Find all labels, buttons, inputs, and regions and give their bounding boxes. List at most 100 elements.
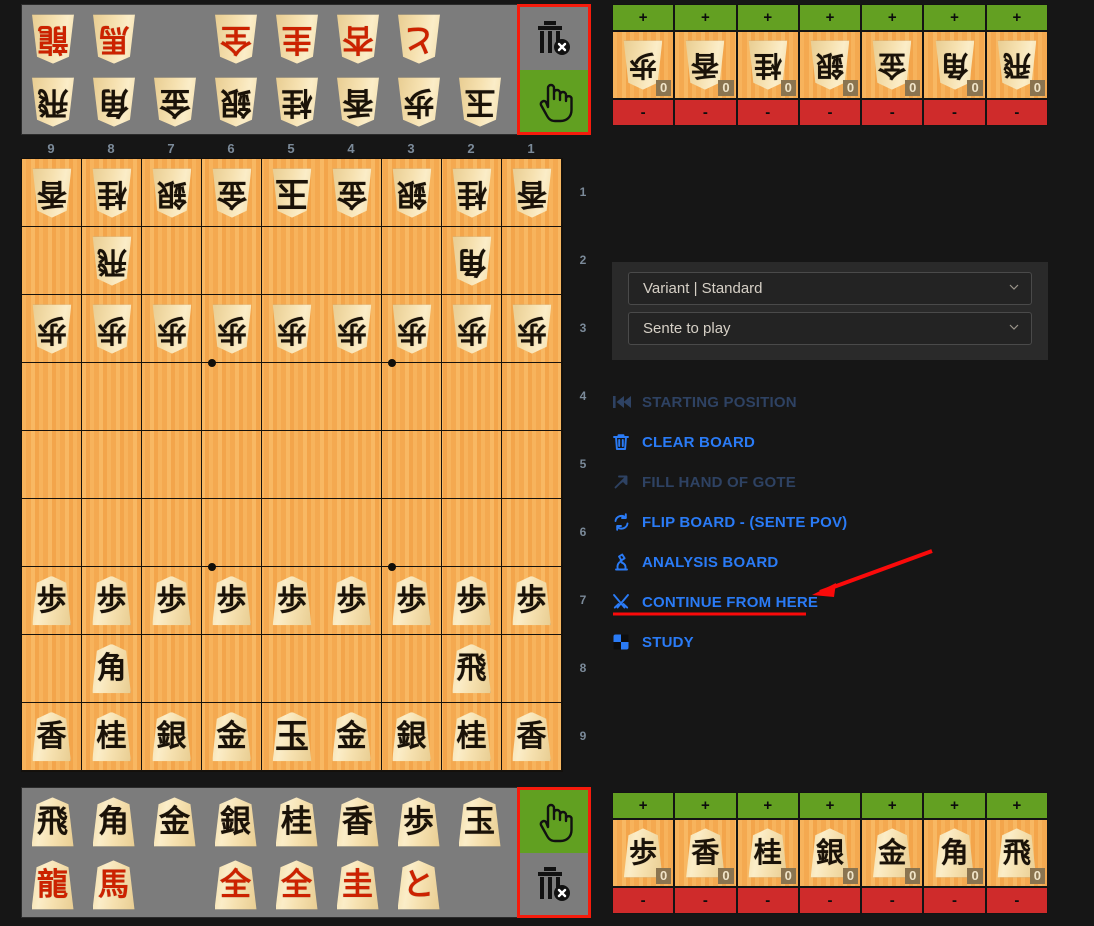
board-square-54[interactable] [262, 363, 322, 431]
palette-slot[interactable]: 馬 [83, 8, 144, 70]
board-square-88[interactable]: 角 [82, 635, 142, 703]
shogi-piece-gote[interactable]: 銀 [149, 165, 195, 221]
board-square-87[interactable]: 歩 [82, 567, 142, 635]
palette-slot[interactable]: 銀 [205, 71, 266, 133]
hand-increment-button[interactable]: + [985, 792, 1048, 819]
trash-delete-icon-button-gote[interactable] [520, 7, 588, 70]
board-square-71[interactable]: 銀 [142, 159, 202, 227]
hand-decrement-button[interactable]: - [674, 99, 737, 126]
board-square-79[interactable]: 銀 [142, 703, 202, 771]
action-analysis-board[interactable]: ANALYSIS BOARD [612, 542, 1048, 582]
palette-slot[interactable]: 圭 [266, 8, 327, 70]
shogi-piece-sente[interactable]: 香 [333, 794, 383, 850]
board-square-76[interactable] [142, 499, 202, 567]
shogi-piece-gote[interactable]: 金 [209, 165, 255, 221]
shogi-board[interactable]: 987654321 123456789 香桂銀金玉金銀桂香飛角歩歩歩歩歩歩歩歩歩… [21, 140, 601, 780]
board-square-42[interactable] [322, 227, 382, 295]
shogi-piece-sente[interactable]: 桂 [272, 794, 322, 850]
board-square-69[interactable]: 金 [202, 703, 262, 771]
hand-pointer-icon-button-gote[interactable] [520, 69, 588, 132]
hand-decrement-button[interactable]: - [985, 99, 1048, 126]
palette-slot[interactable]: と [388, 854, 449, 916]
hand-pointer-icon-button-sente[interactable] [520, 790, 588, 853]
shogi-piece-sente[interactable]: 歩 [394, 794, 444, 850]
shogi-piece-gote[interactable]: 歩 [449, 301, 495, 357]
hand-increment-button[interactable]: + [923, 4, 986, 31]
sente-hand-panel[interactable]: + + + + + + + 歩0香0桂0銀0金0角0飛0 ------- [612, 792, 1048, 914]
shogi-piece-sente[interactable]: 金 [209, 709, 255, 765]
shogi-piece-gote[interactable]: 角 [89, 74, 139, 130]
board-square-34[interactable] [382, 363, 442, 431]
shogi-piece-gote[interactable]: 金 [329, 165, 375, 221]
palette-slot[interactable]: 飛 [22, 791, 83, 853]
shogi-piece-sente[interactable]: 馬 [89, 857, 139, 913]
board-square-12[interactable] [502, 227, 562, 295]
board-square-11[interactable]: 香 [502, 159, 562, 227]
shogi-piece-sente[interactable]: 桂 [89, 709, 135, 765]
board-square-22[interactable]: 角 [442, 227, 502, 295]
palette-slot[interactable]: 馬 [83, 854, 144, 916]
shogi-piece-sente[interactable]: 銀 [149, 709, 195, 765]
action-continue-from-here[interactable]: CONTINUE FROM HERE [612, 582, 1048, 622]
palette-slot[interactable]: と [388, 8, 449, 70]
palette-slot[interactable]: 全 [266, 854, 327, 916]
board-square-38[interactable] [382, 635, 442, 703]
hand-increment-button[interactable]: + [674, 4, 737, 31]
board-square-77[interactable]: 歩 [142, 567, 202, 635]
board-square-74[interactable] [142, 363, 202, 431]
board-square-75[interactable] [142, 431, 202, 499]
shogi-piece-gote[interactable]: 香 [509, 165, 555, 221]
shogi-piece-gote[interactable]: 桂 [89, 165, 135, 221]
palette-slot[interactable]: 飛 [22, 71, 83, 133]
hand-increment-button[interactable]: + [736, 792, 799, 819]
gote-hand-pieces-row[interactable]: 歩0香0桂0銀0金0角0飛0 [612, 31, 1048, 99]
shogi-piece-sente[interactable]: 香 [29, 709, 75, 765]
palette-slot[interactable]: 歩 [388, 791, 449, 853]
shogi-piece-gote[interactable]: 歩 [89, 301, 135, 357]
board-square-27[interactable]: 歩 [442, 567, 502, 635]
shogi-piece-sente[interactable]: 歩 [149, 573, 195, 629]
palette-slot[interactable]: 桂 [266, 71, 327, 133]
shogi-piece-gote[interactable]: 歩 [149, 301, 195, 357]
board-square-62[interactable] [202, 227, 262, 295]
board-square-32[interactable] [382, 227, 442, 295]
hand-piece-cell[interactable]: 金0 [861, 31, 924, 99]
hand-increment-button[interactable]: + [985, 4, 1048, 31]
gote-tool-box[interactable] [517, 4, 591, 135]
hand-decrement-button[interactable]: - [923, 99, 986, 126]
sente-hand-increment-row[interactable]: + + + + + + + [612, 792, 1048, 819]
board-square-23[interactable]: 歩 [442, 295, 502, 363]
hand-decrement-button[interactable]: - [798, 99, 862, 126]
hand-increment-button[interactable]: + [923, 792, 986, 819]
palette-slot[interactable]: 龍 [22, 854, 83, 916]
shogi-piece-gote[interactable]: 桂 [449, 165, 495, 221]
board-square-39[interactable]: 銀 [382, 703, 442, 771]
board-square-96[interactable] [22, 499, 82, 567]
hand-increment-button[interactable]: + [612, 792, 675, 819]
board-square-26[interactable] [442, 499, 502, 567]
palette-slot[interactable]: 玉 [449, 791, 510, 853]
board-square-58[interactable] [262, 635, 322, 703]
board-square-66[interactable] [202, 499, 262, 567]
board-square-85[interactable] [82, 431, 142, 499]
shogi-piece-gote[interactable]: 銀 [211, 74, 261, 130]
board-square-17[interactable]: 歩 [502, 567, 562, 635]
palette-slot[interactable]: 玉 [449, 71, 510, 133]
board-square-29[interactable]: 桂 [442, 703, 502, 771]
board-square-51[interactable]: 玉 [262, 159, 322, 227]
board-square-49[interactable]: 金 [322, 703, 382, 771]
palette-slot[interactable]: 銀 [205, 791, 266, 853]
board-square-83[interactable]: 歩 [82, 295, 142, 363]
hand-increment-button[interactable]: + [861, 792, 924, 819]
shogi-piece-gote[interactable]: 馬 [89, 11, 139, 67]
board-square-19[interactable]: 香 [502, 703, 562, 771]
gote-hand-decrement-row[interactable]: ------- [612, 99, 1048, 126]
action-flip-board-sente-pov[interactable]: FLIP BOARD - (SENTE POV) [612, 502, 1048, 542]
board-square-59[interactable]: 玉 [262, 703, 322, 771]
shogi-piece-sente[interactable]: 飛 [28, 794, 78, 850]
shogi-piece-gote[interactable]: 飛 [28, 74, 78, 130]
gote-spare-piece-palette[interactable]: 龍馬 全圭杏と 飛角金銀桂香歩玉 [21, 4, 535, 135]
shogi-piece-sente[interactable]: 銀 [211, 794, 261, 850]
action-study[interactable]: STUDY [612, 622, 1048, 662]
hand-piece-cell[interactable]: 香0 [674, 31, 737, 99]
